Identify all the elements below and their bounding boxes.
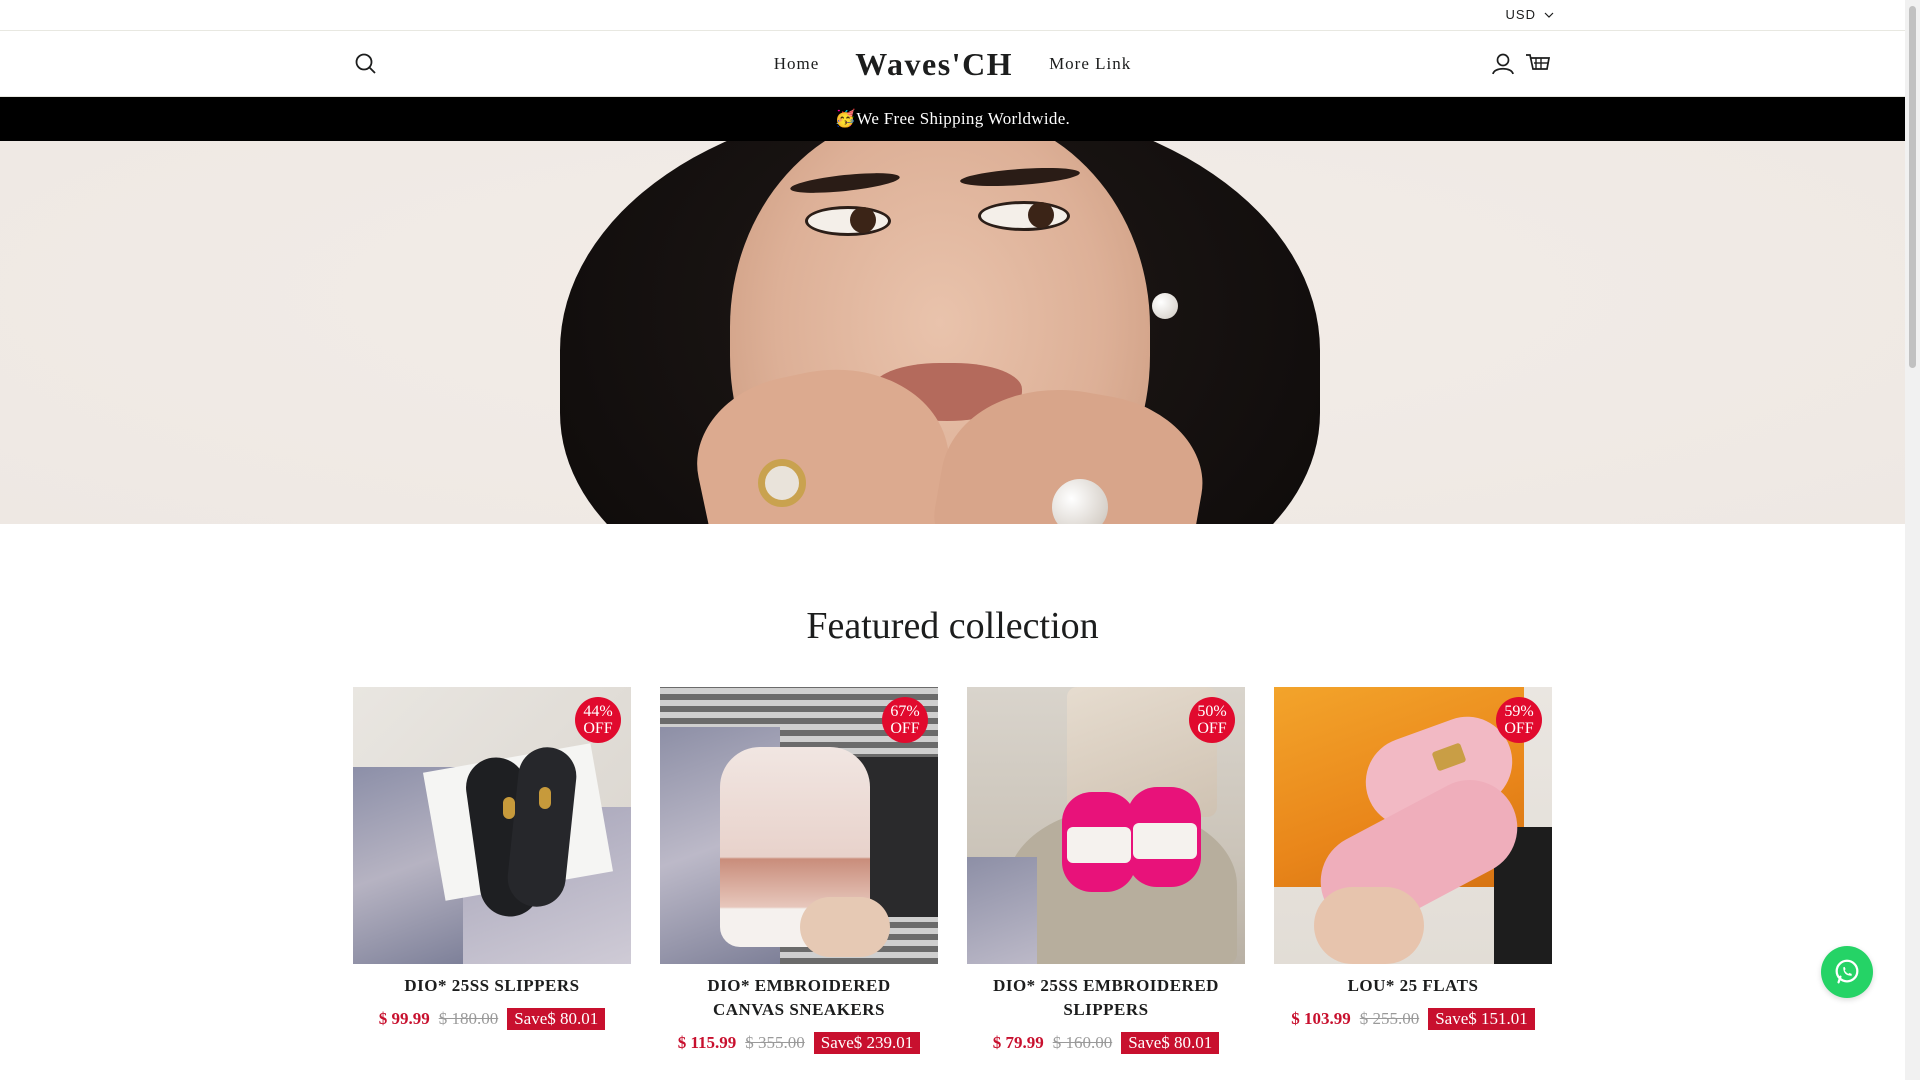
save-badge: Save$ 80.01 [507, 1008, 606, 1030]
section-title: Featured collection [806, 605, 1099, 647]
sale-badge: 50% OFF [1189, 697, 1235, 743]
sale-badge-off: OFF [890, 720, 920, 737]
sale-badge-off: OFF [583, 720, 613, 737]
hero-image-eye [978, 201, 1070, 231]
product-card[interactable]: 44% OFF DIO* 25SS SLIPPERS $ 99.99 $ 180… [353, 687, 631, 1030]
sale-price: $ 99.99 [378, 1009, 430, 1028]
sale-badge-percent: 50% [1197, 703, 1227, 720]
hero-banner[interactable] [0, 141, 1905, 524]
currency-label: USD [1505, 7, 1536, 22]
product-image-box [967, 857, 1037, 964]
hero-image-iris [1028, 202, 1054, 228]
sale-badge: 44% OFF [575, 697, 621, 743]
account-button[interactable] [1490, 51, 1516, 77]
user-icon [1492, 53, 1514, 75]
sale-badge: 67% OFF [882, 697, 928, 743]
nav-link-home[interactable]: Home [756, 54, 838, 74]
chevron-down-icon [1544, 12, 1554, 18]
price-row: $ 115.99 $ 355.00 Save$ 239.01 [660, 1032, 938, 1054]
compare-price: $ 160.00 [1052, 1033, 1113, 1052]
sale-badge-off: OFF [1504, 720, 1534, 737]
product-image-hand [1314, 887, 1424, 964]
product-image[interactable]: 67% OFF [660, 687, 938, 964]
product-card[interactable]: 67% OFF DIO* EMBROIDERED CANVAS SNEAKERS… [660, 687, 938, 1054]
product-title[interactable]: DIO* 25SS SLIPPERS [353, 974, 631, 998]
save-badge: Save$ 151.01 [1428, 1008, 1535, 1030]
price-row: $ 103.99 $ 255.00 Save$ 151.01 [1274, 1008, 1552, 1030]
hero-image-earring [1152, 293, 1178, 319]
announcement-bar: 🥳We Free Shipping Worldwide. [0, 97, 1905, 141]
sale-price: $ 103.99 [1291, 1009, 1351, 1028]
price-row: $ 79.99 $ 160.00 Save$ 80.01 [967, 1032, 1245, 1054]
product-image-strap [1067, 827, 1131, 863]
hero-image-iris [850, 207, 876, 233]
product-title[interactable]: DIO* 25SS EMBROIDERED SLIPPERS [967, 974, 1245, 1022]
whatsapp-button[interactable] [1821, 946, 1873, 998]
sale-price: $ 115.99 [677, 1033, 737, 1052]
hero-image-ring [758, 459, 806, 507]
utility-bar: USD [0, 0, 1905, 31]
cart-button[interactable] [1524, 50, 1552, 78]
scrollbar-thumb[interactable] [1909, 6, 1916, 368]
announcement-text: 🥳We Free Shipping Worldwide. [834, 109, 1071, 128]
price-row: $ 99.99 $ 180.00 Save$ 80.01 [353, 1008, 631, 1030]
product-image-hardware [503, 797, 515, 819]
save-badge: Save$ 80.01 [1121, 1032, 1220, 1054]
product-title[interactable]: LOU* 25 FLATS [1274, 974, 1552, 998]
nav-link-more[interactable]: More Link [1031, 54, 1149, 74]
product-image-strap [1133, 823, 1197, 859]
compare-price: $ 355.00 [745, 1033, 805, 1052]
sale-badge-percent: 44% [583, 703, 613, 720]
page-scrollbar[interactable] [1905, 0, 1920, 1080]
product-card[interactable]: 50% OFF DIO* 25SS EMBROIDERED SLIPPERS $… [967, 687, 1245, 1054]
currency-selector[interactable]: USD [1506, 7, 1554, 22]
compare-price: $ 255.00 [1359, 1009, 1420, 1028]
whatsapp-icon [1835, 959, 1859, 984]
site-logo[interactable]: Waves'CH [837, 46, 1031, 83]
product-card[interactable]: 59% OFF LOU* 25 FLATS $ 103.99 $ 255.00 … [1274, 687, 1552, 1030]
cart-icon [1526, 54, 1551, 70]
sale-badge-percent: 59% [1504, 703, 1534, 720]
hero-image-eye [805, 206, 891, 236]
sale-price: $ 79.99 [992, 1033, 1044, 1052]
product-image[interactable]: 59% OFF [1274, 687, 1552, 964]
product-image[interactable]: 44% OFF [353, 687, 631, 964]
site-header: Home Waves'CH More Link [0, 31, 1905, 97]
product-title[interactable]: DIO* EMBROIDERED CANVAS SNEAKERS [660, 974, 938, 1022]
save-badge: Save$ 239.01 [813, 1032, 921, 1054]
compare-price: $ 180.00 [438, 1009, 499, 1028]
product-image-hardware [539, 787, 551, 809]
product-image-hand [800, 897, 890, 957]
main-nav: Home Waves'CH More Link [0, 31, 1905, 97]
sale-badge-percent: 67% [890, 703, 920, 720]
product-image[interactable]: 50% OFF [967, 687, 1245, 964]
sale-badge-off: OFF [1197, 720, 1227, 737]
sale-badge: 59% OFF [1496, 697, 1542, 743]
